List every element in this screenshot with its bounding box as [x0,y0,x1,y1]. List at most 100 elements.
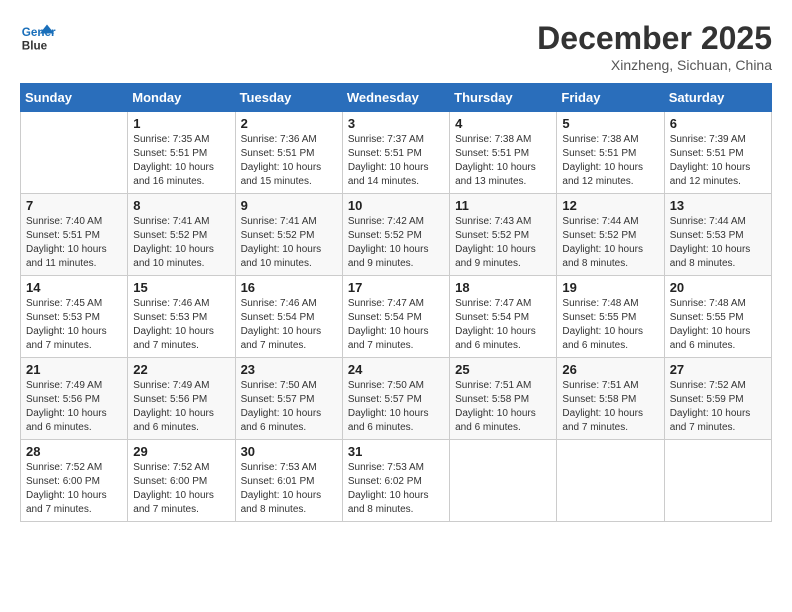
week-row-1: 1 Sunrise: 7:35 AM Sunset: 5:51 PM Daylig… [21,112,772,194]
calendar-body: 1 Sunrise: 7:35 AM Sunset: 5:51 PM Daylig… [21,112,772,522]
calendar-cell [664,440,771,522]
day-info: Sunrise: 7:48 AM Sunset: 5:55 PM Dayligh… [670,297,766,353]
day-info: Sunrise: 7:36 AM Sunset: 5:51 PM Dayligh… [241,133,337,189]
day-number: 1 [133,116,229,131]
day-number: 7 [26,198,122,213]
day-info: Sunrise: 7:46 AM Sunset: 5:54 PM Dayligh… [241,297,337,353]
weekday-saturday: Saturday [664,84,771,112]
logo: General Blue [20,20,56,56]
day-info: Sunrise: 7:47 AM Sunset: 5:54 PM Dayligh… [455,297,551,353]
day-info: Sunrise: 7:49 AM Sunset: 5:56 PM Dayligh… [26,379,122,435]
day-info: Sunrise: 7:49 AM Sunset: 5:56 PM Dayligh… [133,379,229,435]
weekday-thursday: Thursday [450,84,557,112]
day-info: Sunrise: 7:52 AM Sunset: 6:00 PM Dayligh… [26,461,122,517]
day-number: 8 [133,198,229,213]
weekday-tuesday: Tuesday [235,84,342,112]
calendar-cell: 21 Sunrise: 7:49 AM Sunset: 5:56 PM Dayli… [21,358,128,440]
weekday-friday: Friday [557,84,664,112]
day-info: Sunrise: 7:52 AM Sunset: 6:00 PM Dayligh… [133,461,229,517]
weekday-wednesday: Wednesday [342,84,449,112]
weekday-monday: Monday [128,84,235,112]
calendar-cell: 2Sunrise: 7:36 AM Sunset: 5:51 PM Daylig… [235,112,342,194]
calendar-cell: 23 Sunrise: 7:50 AM Sunset: 5:57 PM Dayli… [235,358,342,440]
day-info: Sunrise: 7:45 AM Sunset: 5:53 PM Dayligh… [26,297,122,353]
day-number: 3 [348,116,444,131]
day-number: 22 [133,362,229,377]
day-number: 4 [455,116,551,131]
day-number: 23 [241,362,337,377]
calendar-cell: 14Sunrise: 7:45 AM Sunset: 5:53 PM Dayli… [21,276,128,358]
day-info: Sunrise: 7:38 AM Sunset: 5:51 PM Dayligh… [562,133,658,189]
day-info: Sunrise: 7:50 AM Sunset: 5:57 PM Dayligh… [241,379,337,435]
weekday-sunday: Sunday [21,84,128,112]
day-info: Sunrise: 7:46 AM Sunset: 5:53 PM Dayligh… [133,297,229,353]
day-info: Sunrise: 7:38 AM Sunset: 5:51 PM Dayligh… [455,133,551,189]
location: Xinzheng, Sichuan, China [537,57,772,73]
svg-text:Blue: Blue [22,40,48,53]
day-info: Sunrise: 7:48 AM Sunset: 5:55 PM Dayligh… [562,297,658,353]
calendar-cell: 13Sunrise: 7:44 AM Sunset: 5:53 PM Dayli… [664,194,771,276]
day-number: 21 [26,362,122,377]
day-number: 24 [348,362,444,377]
calendar-cell: 26 Sunrise: 7:51 AM Sunset: 5:58 PM Dayli… [557,358,664,440]
title-block: December 2025 Xinzheng, Sichuan, China [537,20,772,73]
calendar-cell: 22 Sunrise: 7:49 AM Sunset: 5:56 PM Dayli… [128,358,235,440]
week-row-2: 7Sunrise: 7:40 AM Sunset: 5:51 PM Daylig… [21,194,772,276]
day-number: 16 [241,280,337,295]
day-info: Sunrise: 7:47 AM Sunset: 5:54 PM Dayligh… [348,297,444,353]
calendar-table: SundayMondayTuesdayWednesdayThursdayFrid… [20,83,772,522]
day-info: Sunrise: 7:52 AM Sunset: 5:59 PM Dayligh… [670,379,766,435]
day-number: 28 [26,444,122,459]
calendar-cell: 3 Sunrise: 7:37 AM Sunset: 5:51 PM Daylig… [342,112,449,194]
day-info: Sunrise: 7:41 AM Sunset: 5:52 PM Dayligh… [133,215,229,271]
day-number: 30 [241,444,337,459]
calendar-cell: 12Sunrise: 7:44 AM Sunset: 5:52 PM Dayli… [557,194,664,276]
day-number: 19 [562,280,658,295]
day-info: Sunrise: 7:51 AM Sunset: 5:58 PM Dayligh… [562,379,658,435]
calendar-cell: 19 Sunrise: 7:48 AM Sunset: 5:55 PM Dayli… [557,276,664,358]
calendar-cell [557,440,664,522]
calendar-cell: 11Sunrise: 7:43 AM Sunset: 5:52 PM Dayli… [450,194,557,276]
day-number: 29 [133,444,229,459]
calendar-cell [21,112,128,194]
calendar-cell: 29 Sunrise: 7:52 AM Sunset: 6:00 PM Dayli… [128,440,235,522]
day-info: Sunrise: 7:53 AM Sunset: 6:02 PM Dayligh… [348,461,444,517]
calendar-cell: 1 Sunrise: 7:35 AM Sunset: 5:51 PM Daylig… [128,112,235,194]
calendar-cell: 4 Sunrise: 7:38 AM Sunset: 5:51 PM Daylig… [450,112,557,194]
calendar-cell: 31 Sunrise: 7:53 AM Sunset: 6:02 PM Dayli… [342,440,449,522]
calendar-cell: 6Sunrise: 7:39 AM Sunset: 5:51 PM Daylig… [664,112,771,194]
day-number: 5 [562,116,658,131]
week-row-4: 21 Sunrise: 7:49 AM Sunset: 5:56 PM Dayli… [21,358,772,440]
calendar-cell: 18 Sunrise: 7:47 AM Sunset: 5:54 PM Dayli… [450,276,557,358]
day-info: Sunrise: 7:39 AM Sunset: 5:51 PM Dayligh… [670,133,766,189]
calendar-cell: 10Sunrise: 7:42 AM Sunset: 5:52 PM Dayli… [342,194,449,276]
day-number: 31 [348,444,444,459]
day-info: Sunrise: 7:35 AM Sunset: 5:51 PM Dayligh… [133,133,229,189]
day-number: 15 [133,280,229,295]
day-number: 26 [562,362,658,377]
calendar-cell [450,440,557,522]
day-number: 27 [670,362,766,377]
day-number: 25 [455,362,551,377]
day-info: Sunrise: 7:44 AM Sunset: 5:52 PM Dayligh… [562,215,658,271]
day-info: Sunrise: 7:53 AM Sunset: 6:01 PM Dayligh… [241,461,337,517]
logo-icon: General Blue [20,20,56,56]
day-number: 20 [670,280,766,295]
calendar-cell: 7Sunrise: 7:40 AM Sunset: 5:51 PM Daylig… [21,194,128,276]
day-info: Sunrise: 7:50 AM Sunset: 5:57 PM Dayligh… [348,379,444,435]
calendar-cell: 24 Sunrise: 7:50 AM Sunset: 5:57 PM Dayli… [342,358,449,440]
day-number: 17 [348,280,444,295]
day-number: 18 [455,280,551,295]
calendar-cell: 9 Sunrise: 7:41 AM Sunset: 5:52 PM Daylig… [235,194,342,276]
calendar-cell: 25Sunrise: 7:51 AM Sunset: 5:58 PM Dayli… [450,358,557,440]
page-header: General Blue December 2025 Xinzheng, Sic… [20,20,772,73]
day-info: Sunrise: 7:41 AM Sunset: 5:52 PM Dayligh… [241,215,337,271]
calendar-cell: 27 Sunrise: 7:52 AM Sunset: 5:59 PM Dayli… [664,358,771,440]
calendar-cell: 17 Sunrise: 7:47 AM Sunset: 5:54 PM Dayli… [342,276,449,358]
month-title: December 2025 [537,20,772,57]
day-number: 9 [241,198,337,213]
calendar-cell: 28 Sunrise: 7:52 AM Sunset: 6:00 PM Dayli… [21,440,128,522]
calendar-cell: 30 Sunrise: 7:53 AM Sunset: 6:01 PM Dayli… [235,440,342,522]
day-info: Sunrise: 7:37 AM Sunset: 5:51 PM Dayligh… [348,133,444,189]
day-info: Sunrise: 7:42 AM Sunset: 5:52 PM Dayligh… [348,215,444,271]
